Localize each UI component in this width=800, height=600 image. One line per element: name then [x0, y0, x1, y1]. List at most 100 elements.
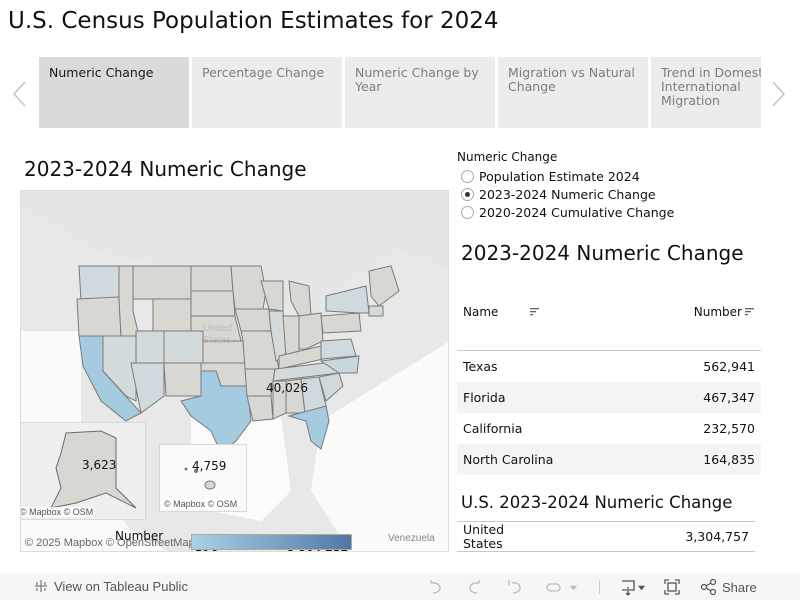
state-indiana[interactable]: [282, 315, 300, 357]
state-new-mexico[interactable]: [163, 362, 202, 397]
choropleth-map[interactable]: United States 40,026 3,623 © Mapbox © OS…: [20, 190, 449, 552]
radio-label: 2020-2024 Cumulative Change: [479, 204, 675, 220]
table-header: Name Number: [457, 295, 761, 351]
legend-title: Number: [115, 529, 164, 543]
state-hawaii[interactable]: [204, 480, 216, 490]
previous-tab-button[interactable]: [10, 79, 30, 109]
state-virginia[interactable]: [320, 338, 357, 360]
revert-icon: [508, 580, 521, 594]
us-total-name: United States: [463, 521, 505, 551]
map-label-hawaii: 4,759: [192, 459, 227, 473]
row-number: 164,835: [703, 452, 755, 467]
chevron-left-icon: [12, 81, 26, 107]
column-header-number-wrap[interactable]: Number: [694, 305, 755, 319]
radio-label: 2023-2024 Numeric Change: [479, 186, 656, 202]
radio-population-estimate[interactable]: Population Estimate 2024: [457, 167, 757, 185]
hawaii-inset[interactable]: 4,759 © Mapbox © OSM: [159, 444, 247, 512]
caret-down-icon: [569, 585, 577, 590]
island: [184, 467, 188, 471]
table-title: 2023-2024 Numeric Change: [461, 241, 744, 265]
next-tab-button[interactable]: [768, 79, 788, 109]
tab-numeric-change-by-year[interactable]: Numeric Change by Year: [345, 57, 495, 128]
row-number: 467,347: [703, 390, 755, 405]
radio-numeric-change[interactable]: 2023-2024 Numeric Change: [457, 185, 757, 203]
state-oregon[interactable]: [76, 296, 122, 337]
state-massachusetts[interactable]: [368, 305, 384, 317]
caret-down-icon: [637, 585, 645, 590]
state-utah[interactable]: [135, 330, 165, 364]
revert-button[interactable]: [495, 577, 535, 597]
row-name: North Carolina: [463, 452, 554, 467]
us-total-row[interactable]: United States 3,304,757: [457, 521, 755, 552]
radio-cumulative-change[interactable]: 2020-2024 Cumulative Change: [457, 203, 757, 221]
state-washington[interactable]: [78, 265, 120, 302]
row-number: 562,941: [703, 359, 755, 374]
map-label-mississippi: 40,026: [266, 381, 308, 395]
radio-button[interactable]: [461, 205, 474, 219]
state-colorado[interactable]: [163, 330, 204, 364]
map-label-alaska: 3,623: [82, 458, 117, 472]
toolbar-actions: Share: [415, 577, 757, 597]
refresh-icon: [545, 583, 561, 592]
map-title: 2023-2024 Numeric Change: [24, 157, 307, 181]
redo-icon: [469, 580, 480, 594]
venezuela-label: Venezuela: [388, 533, 435, 544]
tableau-logo-icon: [35, 580, 47, 592]
row-number: 232,570: [703, 421, 755, 436]
fullscreen-icon: [664, 579, 680, 595]
table-row[interactable]: California 232,570: [457, 413, 761, 444]
redo-button[interactable]: [455, 577, 495, 597]
inset-attribution-alaska: © Mapbox © OSM: [20, 507, 96, 517]
inset-attribution-hawaii: © Mapbox © OSM: [162, 499, 240, 509]
toolbar-divider: [599, 580, 600, 594]
undo-button[interactable]: [415, 577, 455, 597]
tab-numeric-change[interactable]: Numeric Change: [39, 57, 189, 128]
view-on-tableau-link[interactable]: View on Tableau Public: [33, 578, 188, 594]
radio-button-selected[interactable]: [461, 187, 474, 201]
alaska-inset[interactable]: 3,623 © Mapbox © OSM: [20, 422, 146, 520]
share-label: Share: [722, 579, 757, 595]
row-name: Texas: [463, 359, 498, 374]
state-iowa[interactable]: [234, 308, 272, 332]
state-wyoming[interactable]: [152, 298, 192, 332]
chevron-right-icon: [772, 81, 786, 107]
us-total-number: 3,304,757: [685, 529, 749, 544]
column-header-number: Number: [693, 305, 742, 319]
table-row[interactable]: Florida 467,347: [457, 382, 761, 413]
state-minnesota[interactable]: [230, 265, 267, 310]
story-tabs: Numeric Change Percentage Change Numeric…: [39, 57, 761, 128]
share-button[interactable]: Share: [700, 578, 757, 596]
legend-max: 3,304,757: [287, 548, 348, 551]
row-name: California: [463, 421, 523, 436]
row-name: Florida: [463, 390, 506, 405]
radio-label: Population Estimate 2024: [479, 168, 640, 184]
top-states-table: Name Number Texas 562,941 Florida 467,34…: [457, 295, 761, 475]
tab-migration-vs-natural-change[interactable]: Migration vs Natural Change: [498, 57, 648, 128]
radio-button[interactable]: [461, 169, 474, 183]
view-on-tableau-label: View on Tableau Public: [54, 578, 188, 594]
sort-icon[interactable]: [745, 307, 755, 317]
column-header-name[interactable]: Name: [463, 305, 498, 319]
download-icon: [621, 580, 635, 596]
dashboard-title: U.S. Census Population Estimates for 202…: [8, 8, 499, 34]
state-montana[interactable]: [132, 265, 192, 300]
tab-percentage-change[interactable]: Percentage Change: [192, 57, 342, 128]
download-button[interactable]: [612, 577, 652, 597]
table-row[interactable]: Texas 562,941: [457, 351, 761, 382]
table-row[interactable]: North Carolina 164,835: [457, 444, 761, 475]
tab-trend-migration[interactable]: Trend in Domestic International Migratio…: [651, 57, 761, 128]
state-north-dakota[interactable]: [190, 265, 234, 292]
fullscreen-button[interactable]: [652, 577, 692, 597]
tableau-toolbar: View on Tableau Public Share: [0, 573, 800, 600]
undo-icon: [430, 580, 441, 594]
share-icon: [700, 578, 717, 596]
sort-icon[interactable]: [530, 307, 540, 317]
country-label-line1: United: [203, 323, 232, 334]
legend-min: 516: [195, 548, 218, 551]
state-pennsylvania[interactable]: [320, 312, 362, 334]
refresh-button[interactable]: [535, 577, 587, 597]
parameter-label: Numeric Change: [457, 150, 558, 164]
story-navigator: Numeric Change Percentage Change Numeric…: [0, 57, 800, 128]
state-south-dakota[interactable]: [190, 290, 236, 317]
us-total-title: U.S. 2023-2024 Numeric Change: [461, 493, 733, 512]
